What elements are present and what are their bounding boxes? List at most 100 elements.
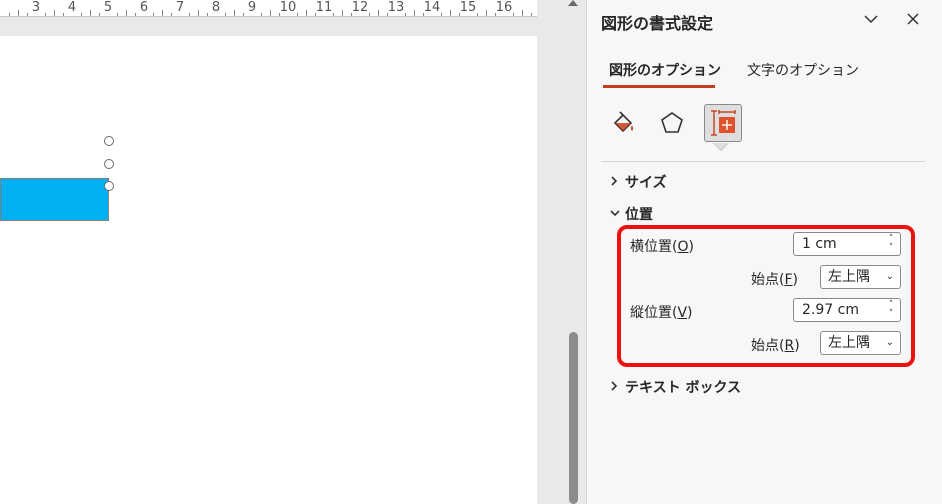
ruler-label: 12 <box>351 0 369 15</box>
horizontal-position-spinner[interactable]: 1 cm ˄ ˅ <box>793 232 901 256</box>
effects-button[interactable] <box>653 104 691 142</box>
ruler-label: 16 <box>495 0 513 15</box>
horizontal-origin-dropdown[interactable]: 左上隅 ⌄ <box>820 265 901 289</box>
pane-title: 図形の書式設定 <box>601 14 714 33</box>
chevron-right-icon <box>609 380 625 395</box>
ruler-tick <box>261 13 262 16</box>
slide-canvas[interactable] <box>0 36 537 504</box>
ruler-tick <box>171 13 172 16</box>
ruler-tick <box>270 10 271 16</box>
ruler-tick <box>90 10 91 16</box>
ruler-tick <box>198 10 199 16</box>
ruler-label: 9 <box>247 0 257 15</box>
ruler-tick <box>522 10 523 16</box>
ruler-label: 14 <box>423 0 441 15</box>
horizontal-ruler: 3 4 5 6 7 8 9 10 11 12 13 14 15 16 <box>0 0 537 17</box>
selected-rectangle-shape[interactable] <box>0 178 109 221</box>
resize-handle-middle-right[interactable] <box>104 159 114 169</box>
ruler-tick <box>315 13 316 16</box>
chevron-down-icon <box>609 207 625 221</box>
ruler-tick <box>153 13 154 16</box>
ruler-tick <box>279 13 280 16</box>
ruler-tick <box>450 10 451 16</box>
section-size-label: サイズ <box>625 175 667 191</box>
ruler-tick <box>207 13 208 16</box>
ruler-tick <box>441 13 442 16</box>
close-icon[interactable] <box>903 10 923 30</box>
section-size-header[interactable]: サイズ <box>609 172 667 192</box>
ruler-label: 15 <box>459 0 477 15</box>
ruler-label: 7 <box>175 0 185 15</box>
vertical-position-value: 2.97 cm <box>802 302 859 318</box>
scroll-up-arrow-icon[interactable] <box>568 0 578 6</box>
ruler-tick <box>306 10 307 16</box>
ruler-tick <box>63 13 64 16</box>
pentagon-icon <box>661 112 683 133</box>
ruler-label: 6 <box>139 0 149 15</box>
ruler-tick <box>405 13 406 16</box>
ruler-tick <box>387 13 388 16</box>
section-textbox-header[interactable]: テキスト ボックス <box>609 377 741 397</box>
ruler-tick <box>243 13 244 16</box>
ruler-tick <box>513 13 514 16</box>
ruler-tick <box>225 13 226 16</box>
ruler-tick <box>378 10 379 16</box>
ruler-tick <box>117 13 118 16</box>
resize-handle-top-right[interactable] <box>104 136 114 146</box>
vertical-origin-value: 左上隅 <box>828 335 870 351</box>
ruler-tick <box>297 13 298 16</box>
ruler-tick <box>369 13 370 16</box>
ruler-label: 13 <box>387 0 405 15</box>
ruler-tick <box>495 13 496 16</box>
tab-shape-options[interactable]: 図形のオプション <box>609 60 721 80</box>
ruler-label: 10 <box>279 0 297 15</box>
ruler-tick <box>459 13 460 16</box>
section-position-label: 位置 <box>625 207 653 223</box>
ruler-tick <box>423 13 424 16</box>
ruler-tick <box>81 13 82 16</box>
section-position-header[interactable]: 位置 <box>609 204 653 224</box>
ruler-tick <box>45 13 46 16</box>
pane-divider <box>601 161 925 162</box>
selected-category-pointer-fill <box>714 143 728 150</box>
size-position-icon <box>711 110 736 136</box>
tab-text-options[interactable]: 文字のオプション <box>747 60 859 80</box>
chevron-down-icon: ⌄ <box>885 271 894 282</box>
vertical-scrollbar[interactable] <box>566 0 580 504</box>
ruler-tick <box>18 10 19 16</box>
horizontal-position-value: 1 cm <box>802 236 837 252</box>
ruler-tick <box>126 10 127 16</box>
resize-handle-bottom-right[interactable] <box>104 181 114 191</box>
ruler-label: 11 <box>315 0 333 15</box>
paint-bucket-icon <box>613 111 633 133</box>
ruler-tick <box>27 13 28 16</box>
ruler-tick <box>414 10 415 16</box>
section-textbox-label: テキスト ボックス <box>625 380 742 396</box>
horizontal-origin-label: 始点(F) <box>751 272 798 288</box>
chevron-down-icon[interactable] <box>861 10 881 30</box>
fill-line-button[interactable] <box>605 104 643 142</box>
chevron-down-icon: ⌄ <box>885 337 894 348</box>
ruler-tick <box>477 13 478 16</box>
ruler-tick <box>99 13 100 16</box>
horizontal-position-label: 横位置(O) <box>630 239 694 255</box>
spinner-arrows-icon[interactable]: ˄ ˅ <box>886 235 896 253</box>
scroll-thumb[interactable] <box>569 332 578 504</box>
selected-tab-indicator <box>603 85 715 88</box>
ruler-tick <box>135 13 136 16</box>
vertical-origin-dropdown[interactable]: 左上隅 ⌄ <box>820 331 901 355</box>
chevron-right-icon <box>609 175 625 190</box>
ruler-tick <box>162 10 163 16</box>
spinner-arrows-icon[interactable]: ˄ ˅ <box>886 301 896 319</box>
size-properties-button[interactable] <box>704 104 742 142</box>
ruler-label: 4 <box>67 0 77 15</box>
ruler-tick <box>189 13 190 16</box>
ruler-tick <box>342 10 343 16</box>
vertical-position-spinner[interactable]: 2.97 cm ˄ ˅ <box>793 298 901 322</box>
format-shape-pane: 図形の書式設定 図形のオプション 文字のオプション サイズ 位置 横位置(O) … <box>586 0 942 504</box>
ruler-tick <box>531 13 532 16</box>
ruler-tick <box>9 13 10 16</box>
ruler-tick <box>54 10 55 16</box>
ruler-label: 5 <box>103 0 113 15</box>
ruler-tick <box>351 13 352 16</box>
